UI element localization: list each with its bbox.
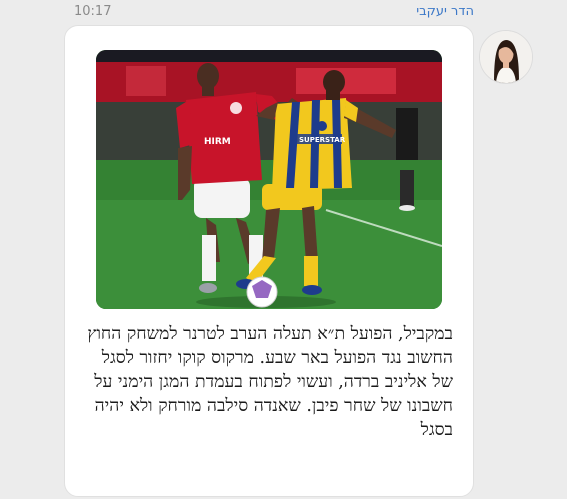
football-match-photo: HIRM SUPERSTAR [96, 50, 442, 309]
message-bubble[interactable]: HIRM SUPERSTAR במקביל, הפועל ת״א תעלה הע… [64, 25, 474, 497]
message-text: במקביל, הפועל ת״א תעלה הערב לטרנר למשחק … [87, 324, 453, 440]
left-shirt-text: HIRM [204, 137, 231, 147]
message-header: 10:17 הדר יעקבי [74, 4, 474, 24]
message-photo[interactable]: HIRM SUPERSTAR [96, 50, 442, 309]
avatar-image [480, 31, 532, 83]
right-shirt-text: SUPERSTAR [299, 136, 346, 144]
sender-name[interactable]: הדר יעקבי [416, 4, 474, 19]
sender-avatar[interactable] [479, 30, 533, 84]
message-time: 10:17 [74, 4, 112, 19]
